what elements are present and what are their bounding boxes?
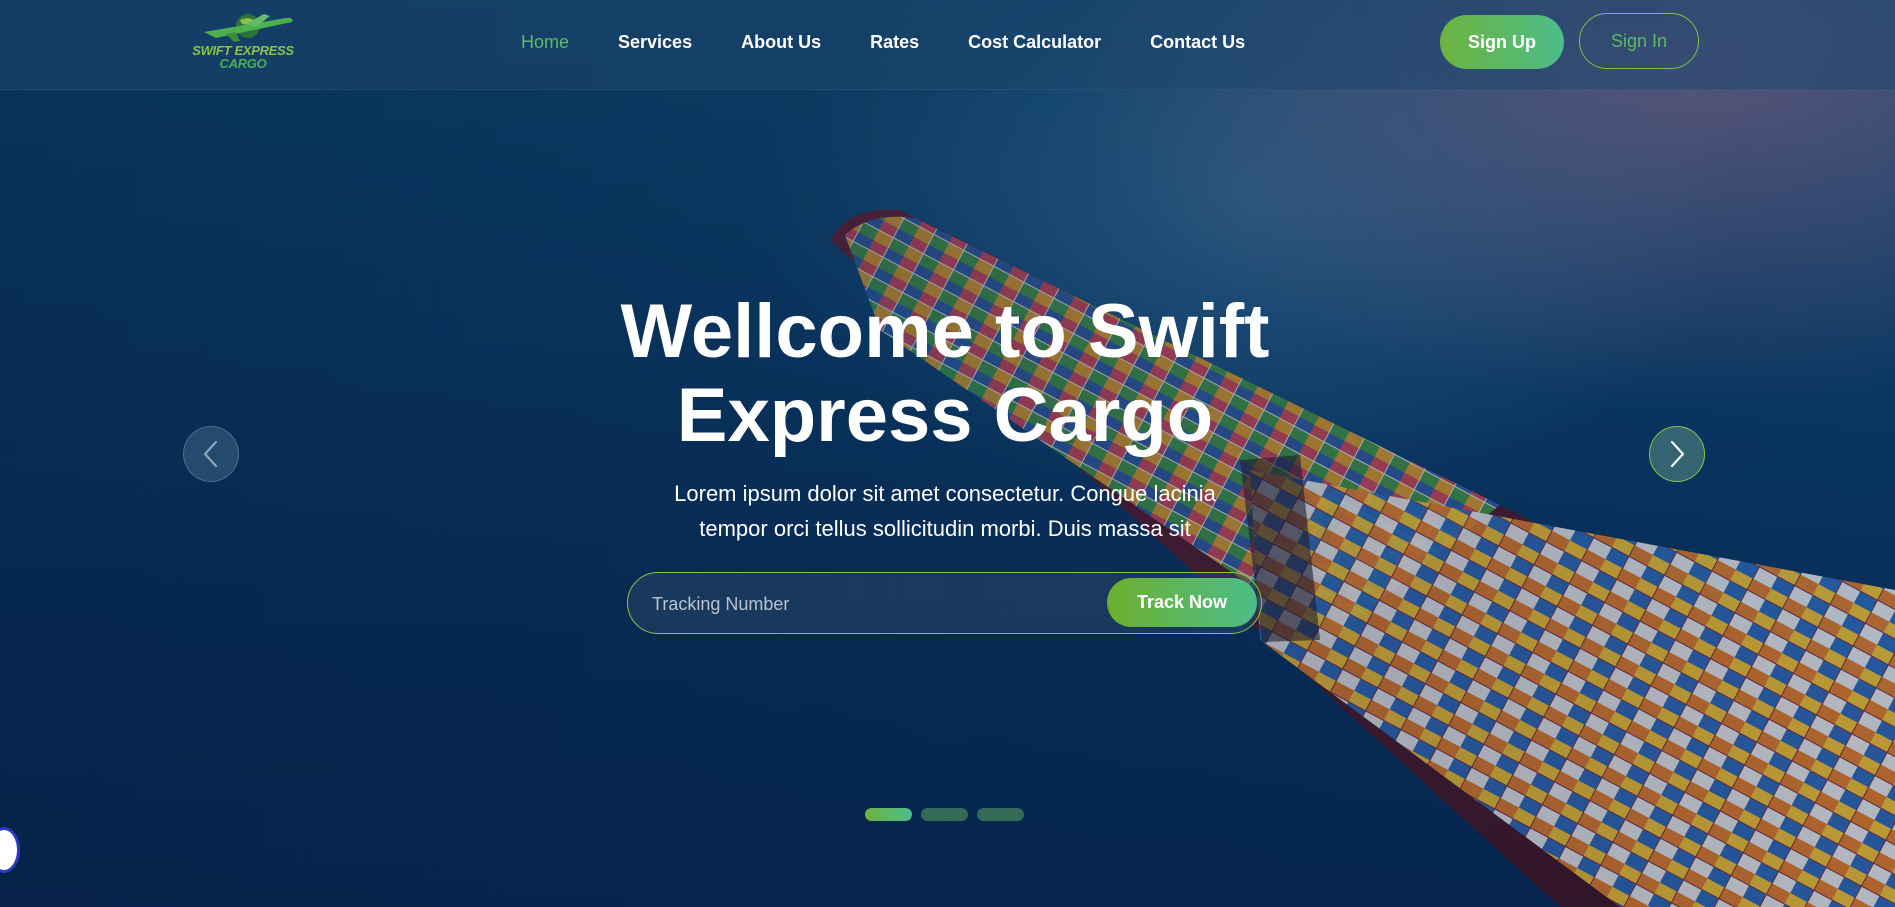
main-nav: Home Services About Us Rates Cost Calcul… xyxy=(521,30,1245,54)
carousel-dot-1[interactable] xyxy=(865,808,912,821)
nav-services[interactable]: Services xyxy=(618,30,692,54)
hero-title: Wellcome to Swift Express Cargo xyxy=(545,290,1345,458)
hero-subtitle-line1: Lorem ipsum dolor sit amet consectetur. … xyxy=(674,481,1216,506)
plane-globe-logo-icon xyxy=(204,14,293,42)
chevron-right-icon xyxy=(1670,440,1685,468)
sign-up-button[interactable]: Sign Up xyxy=(1440,15,1564,69)
tracking-number-input[interactable] xyxy=(650,585,1094,623)
carousel-dot-2[interactable] xyxy=(921,808,968,821)
site-logo[interactable]: SWIFT EXPRESS CARGO xyxy=(186,12,300,72)
carousel-next-button[interactable] xyxy=(1649,426,1705,482)
nav-contact-us[interactable]: Contact Us xyxy=(1150,30,1245,54)
hero-subtitle-line2: tempor orci tellus sollicitudin morbi. D… xyxy=(699,516,1191,541)
nav-cost-calculator[interactable]: Cost Calculator xyxy=(968,30,1101,54)
carousel-dot-3[interactable] xyxy=(977,808,1024,821)
nav-about-us[interactable]: About Us xyxy=(741,30,821,54)
chevron-left-icon xyxy=(203,440,218,468)
nav-rates[interactable]: Rates xyxy=(870,30,919,54)
nav-home[interactable]: Home xyxy=(521,30,569,54)
site-header: SWIFT EXPRESS CARGO Home Services About … xyxy=(0,0,1895,90)
hero-subtitle: Lorem ipsum dolor sit amet consectetur. … xyxy=(620,476,1270,546)
hero-title-line1: Wellcome to Swift xyxy=(620,289,1270,374)
logo-text-line2: CARGO xyxy=(219,56,267,71)
carousel-prev-button[interactable] xyxy=(183,426,239,482)
tracking-form: Track Now xyxy=(627,572,1262,634)
track-now-button[interactable]: Track Now xyxy=(1107,578,1257,627)
hero-title-line2: Express Cargo xyxy=(676,373,1214,458)
sign-in-button[interactable]: Sign In xyxy=(1579,13,1699,69)
